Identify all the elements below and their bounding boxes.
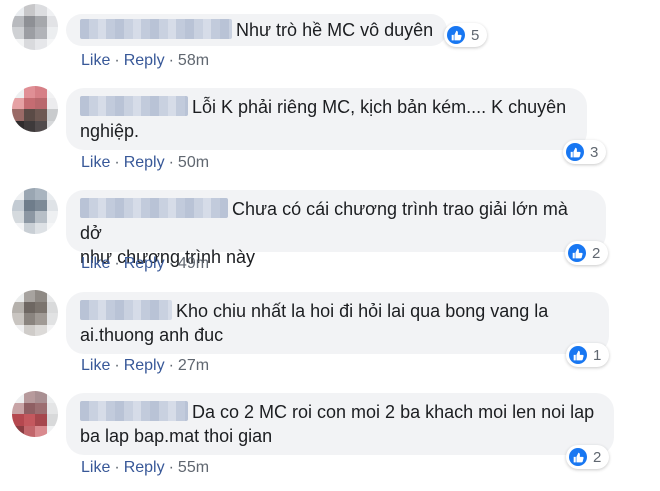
separator: · — [168, 357, 174, 374]
like-icon — [569, 448, 587, 466]
comment-actions: Like · Reply · 50m — [81, 154, 209, 172]
separator: · — [114, 459, 120, 476]
avatar[interactable] — [12, 4, 58, 50]
author-name-blurred[interactable] — [80, 401, 188, 421]
comment-actions: Like · Reply · 27m — [81, 357, 209, 375]
like-count: 1 — [593, 346, 602, 364]
like-link[interactable]: Like — [81, 459, 110, 476]
comment-bubble: Da co 2 MC roi con moi 2 ba khach moi le… — [66, 393, 614, 455]
reaction-count[interactable]: 2 — [565, 241, 609, 265]
comment-bubble: Như trò hề MC vô duyên — [66, 14, 448, 46]
author-name-blurred[interactable] — [80, 300, 172, 320]
like-icon — [569, 346, 587, 364]
reaction-count[interactable]: 3 — [563, 140, 607, 164]
separator: · — [168, 52, 174, 69]
reply-link[interactable]: Reply — [124, 357, 165, 374]
comment-bubble: Kho chiu nhất la hoi đi hỏi lai qua bong… — [66, 292, 609, 354]
author-name-blurred[interactable] — [80, 19, 232, 39]
timestamp[interactable]: 58m — [178, 52, 209, 69]
separator: · — [114, 154, 120, 171]
like-icon — [447, 26, 465, 44]
separator: · — [114, 52, 120, 69]
separator: · — [114, 357, 120, 374]
reaction-count[interactable]: 5 — [444, 23, 488, 47]
timestamp[interactable]: 55m — [178, 459, 209, 476]
comment-actions: Like · Reply · 55m — [81, 459, 209, 477]
like-count: 5 — [471, 26, 480, 44]
comment-text: Như trò hề MC vô duyên — [236, 20, 434, 40]
avatar[interactable] — [12, 86, 58, 132]
comment-actions: Like · Reply · 58m — [81, 52, 209, 70]
author-name-blurred[interactable] — [80, 96, 188, 116]
like-link[interactable]: Like — [81, 154, 110, 171]
reply-link[interactable]: Reply — [124, 459, 165, 476]
timestamp[interactable]: 49m — [178, 255, 209, 272]
avatar[interactable] — [12, 188, 58, 234]
timestamp[interactable]: 27m — [178, 357, 209, 374]
comment-bubble: Chưa có cái chương trình trao giải lớn m… — [66, 190, 606, 267]
separator: · — [114, 255, 120, 272]
reply-link[interactable]: Reply — [124, 52, 165, 69]
comment-bubble: Lỗi K phải riêng MC, kịch bản kém.... K … — [66, 88, 587, 150]
like-link[interactable]: Like — [81, 357, 110, 374]
like-icon — [568, 244, 586, 262]
separator: · — [168, 459, 174, 476]
like-link[interactable]: Like — [81, 52, 110, 69]
like-count: 2 — [593, 448, 602, 466]
timestamp[interactable]: 50m — [178, 154, 209, 171]
reaction-count[interactable]: 2 — [566, 445, 610, 469]
separator: · — [168, 154, 174, 171]
like-count: 2 — [592, 244, 601, 262]
avatar[interactable] — [12, 290, 58, 336]
like-count: 3 — [590, 143, 599, 161]
avatar[interactable] — [12, 391, 58, 437]
like-icon — [566, 143, 584, 161]
reaction-count[interactable]: 1 — [566, 343, 610, 367]
like-link[interactable]: Like — [81, 255, 110, 272]
separator: · — [168, 255, 174, 272]
reply-link[interactable]: Reply — [124, 255, 165, 272]
reply-link[interactable]: Reply — [124, 154, 165, 171]
comment-actions: Like · Reply · 49m — [81, 255, 209, 273]
author-name-blurred[interactable] — [80, 198, 228, 218]
